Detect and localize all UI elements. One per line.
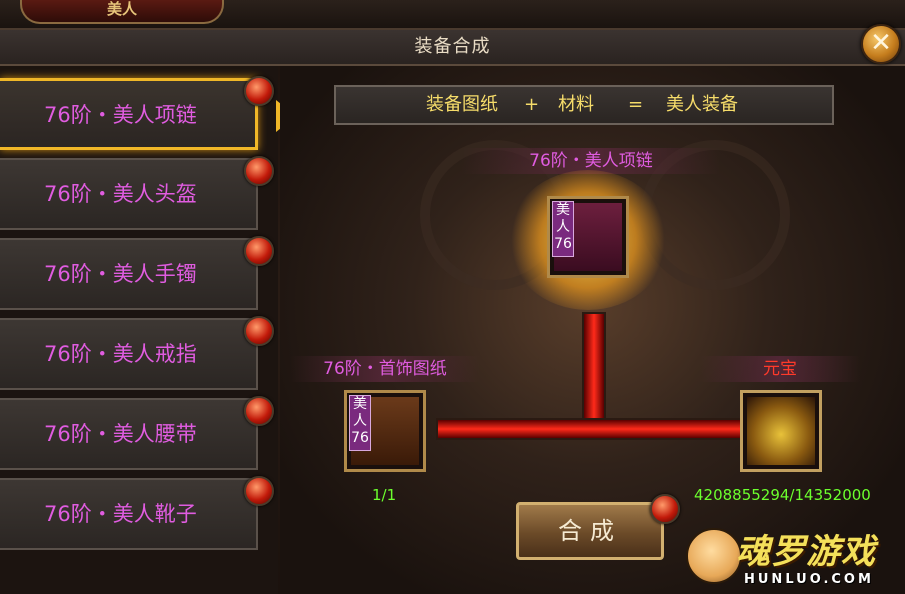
- top-bar: 美人: [0, 0, 905, 30]
- watermark-url: HUNLUO.COM: [744, 572, 874, 587]
- synthesize-label: 合成: [558, 517, 622, 545]
- blueprint-badge: 美人76: [349, 395, 371, 451]
- title-bar: 装备合成: [0, 30, 905, 66]
- result-badge: 美人76: [552, 201, 574, 257]
- sidebar-item-necklace[interactable]: 76阶・美人项链: [0, 78, 258, 150]
- link-pipe-vertical: [582, 312, 606, 426]
- formula-result: 美人装备: [666, 94, 738, 115]
- sidebar-item-label: 76阶・美人手镯: [44, 262, 197, 286]
- red-orb-icon: [244, 156, 274, 186]
- site-watermark: 魂罗游戏 HUNLUO.COM: [686, 524, 905, 594]
- formula-bar: 装备图纸 + 材料 = 美人装备: [334, 85, 834, 125]
- red-orb-icon: [244, 476, 274, 506]
- sidebar-item-label: 76阶・美人靴子: [44, 502, 197, 526]
- blueprint-slot[interactable]: 美人76: [344, 390, 426, 472]
- gold-ingot-icon: [747, 397, 815, 465]
- blueprint-label: 76阶・首饰图纸: [290, 356, 480, 382]
- sidebar-item-label: 76阶・美人头盔: [44, 182, 197, 206]
- sidebar-item-belt[interactable]: 76阶・美人腰带: [0, 398, 258, 470]
- top-tab[interactable]: 美人: [20, 0, 224, 24]
- mascot-icon: [686, 528, 742, 584]
- sidebar-item-boots[interactable]: 76阶・美人靴子: [0, 478, 258, 550]
- sidebar-item-label: 76阶・美人项链: [44, 103, 197, 127]
- blueprint-count: 1/1: [372, 486, 397, 504]
- top-tab-label: 美人: [106, 0, 137, 18]
- close-button[interactable]: ✕: [861, 24, 901, 64]
- formula-equals: =: [628, 94, 644, 115]
- red-orb-icon: [244, 316, 274, 346]
- red-orb-icon: [244, 76, 274, 106]
- formula-plus: +: [524, 94, 540, 115]
- sidebar-item-label: 76阶・美人腰带: [44, 422, 197, 446]
- red-orb-icon: [244, 396, 274, 426]
- material-label: 元宝: [700, 356, 860, 382]
- sidebar-item-label: 76阶・美人戒指: [44, 342, 197, 366]
- material-count: 4208855294/14352000: [694, 486, 871, 504]
- link-pipe-horizontal: [436, 418, 746, 440]
- red-orb-icon: [244, 236, 274, 266]
- close-icon: ✕: [870, 28, 892, 58]
- sidebar-item-bracelet[interactable]: 76阶・美人手镯: [0, 238, 258, 310]
- material-slot[interactable]: [740, 390, 822, 472]
- formula-material: 材料: [558, 94, 594, 115]
- result-slot[interactable]: 美人76: [547, 196, 629, 278]
- red-orb-icon: [650, 494, 680, 524]
- window-title: 装备合成: [414, 36, 491, 57]
- sidebar-item-ring[interactable]: 76阶・美人戒指: [0, 318, 258, 390]
- formula-blueprint: 装备图纸: [426, 94, 498, 115]
- sidebar-item-helmet[interactable]: 76阶・美人头盔: [0, 158, 258, 230]
- synthesize-button[interactable]: 合成: [516, 502, 664, 560]
- watermark-name: 魂罗游戏: [736, 532, 876, 572]
